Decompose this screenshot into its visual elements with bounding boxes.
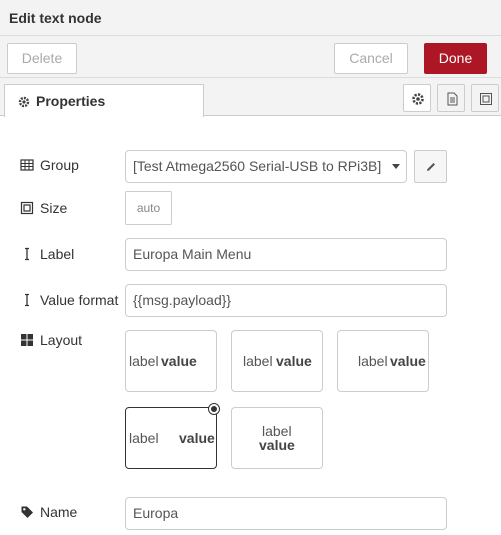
group-label: Group: [20, 157, 79, 173]
value-format-label-text: Value format: [40, 292, 119, 308]
layout-option-value: value: [276, 353, 312, 369]
value-format-label: Value format: [20, 292, 118, 308]
layout-option-label: label: [129, 353, 159, 369]
label-input[interactable]: Europa Main Menu: [125, 238, 447, 271]
size-label: Size: [20, 200, 67, 216]
tab-properties-label: Properties: [36, 93, 106, 109]
tab-bar: Properties: [0, 78, 501, 117]
text-cursor-icon: [20, 247, 34, 261]
text-cursor-icon: [20, 293, 34, 307]
name-label-text: Name: [40, 504, 78, 520]
layout-selected-indicator: [208, 403, 220, 415]
dialog-header: Edit text node: [0, 0, 501, 36]
layout-label: Layout: [20, 332, 82, 348]
frame-icon: [20, 201, 34, 215]
tab-description[interactable]: [437, 84, 465, 112]
label-label: Label: [20, 246, 74, 262]
dialog-title: Edit text node: [9, 10, 102, 26]
delete-button[interactable]: Delete: [7, 43, 77, 74]
layout-label-text: Layout: [40, 332, 83, 348]
tag-icon: [20, 505, 34, 519]
done-button[interactable]: Done: [424, 43, 487, 74]
document-icon: [447, 92, 458, 106]
layout-option-value: value: [259, 437, 295, 453]
size-button[interactable]: auto: [125, 191, 172, 225]
label-label-text: Label: [40, 246, 75, 262]
name-label: Name: [20, 504, 77, 520]
chevron-down-icon: [392, 164, 400, 169]
layout-option-row-center[interactable]: label value: [231, 330, 323, 392]
group-select-value: [Test Atmega2560 Serial-USB to RPi3B]: [133, 158, 382, 174]
layout-option-row-spread[interactable]: label value: [125, 407, 217, 469]
group-label-text: Group: [40, 157, 79, 173]
frame-icon: [480, 93, 492, 105]
layout-option-row-left[interactable]: label value: [125, 330, 217, 392]
gear-icon: [412, 93, 424, 105]
table-icon: [20, 158, 34, 172]
layout-option-value: value: [390, 353, 426, 369]
layout-option-column[interactable]: label value: [231, 407, 323, 469]
size-label-text: Size: [40, 200, 68, 216]
group-select[interactable]: [Test Atmega2560 Serial-USB to RPi3B]: [125, 150, 407, 183]
layout-option-value: value: [161, 353, 197, 369]
layout-option-row-right[interactable]: label value: [337, 330, 429, 392]
cancel-button[interactable]: Cancel: [334, 43, 408, 74]
dialog-toolbar: Delete Cancel Done: [0, 36, 501, 78]
layout-option-label: label: [243, 353, 273, 369]
layout-option-label: label: [358, 353, 388, 369]
name-input[interactable]: Europa: [125, 497, 447, 530]
tab-settings[interactable]: [403, 84, 431, 112]
value-format-input[interactable]: {{msg.payload}}: [125, 284, 447, 317]
tab-properties[interactable]: Properties: [4, 84, 204, 117]
pencil-icon: [427, 163, 435, 171]
layout-option-label: label: [129, 430, 159, 446]
grid-icon: [20, 333, 34, 347]
tab-appearance[interactable]: [471, 84, 499, 112]
gear-icon: [18, 95, 30, 108]
layout-option-value: value: [179, 430, 215, 446]
edit-group-button[interactable]: [414, 150, 447, 183]
